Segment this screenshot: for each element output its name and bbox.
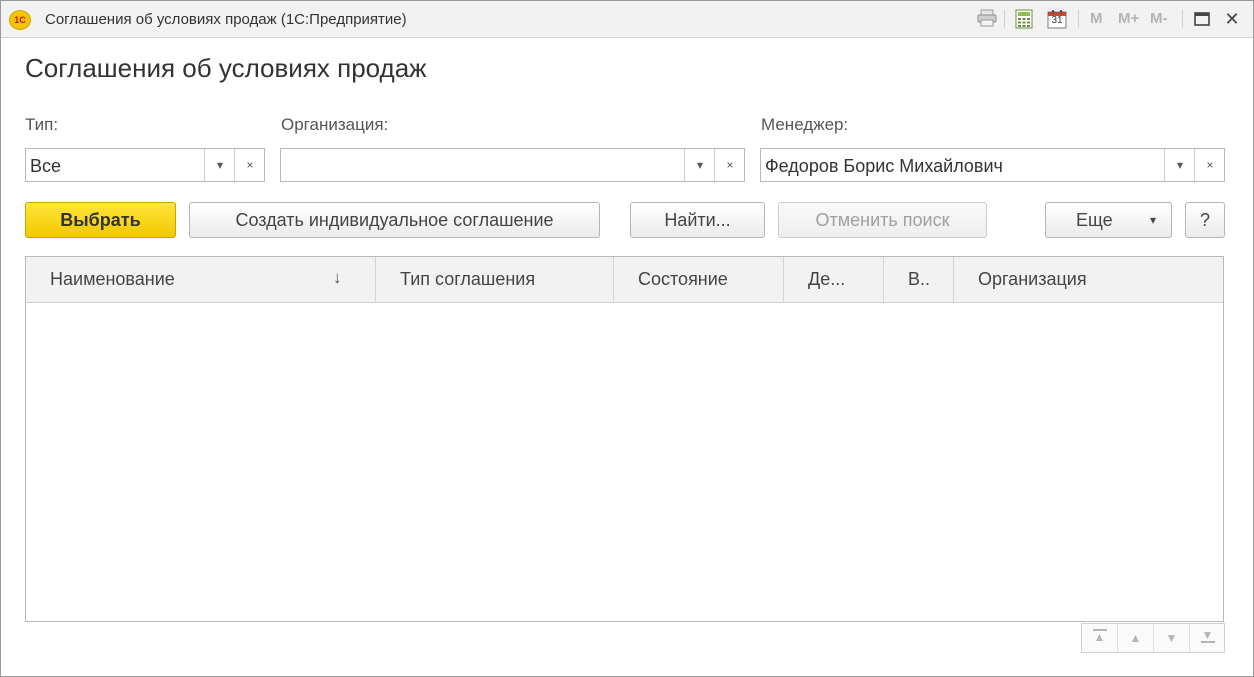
manager-filter-field[interactable]: Федоров Борис Михайлович ▾ × bbox=[760, 148, 1225, 182]
go-to-last-button[interactable]: ▼ bbox=[1190, 624, 1225, 652]
page-title: Соглашения об условиях продаж bbox=[25, 53, 427, 83]
title-bar: 1С Соглашения об условиях продаж (1С:Пре… bbox=[1, 1, 1253, 38]
manager-filter-value: Федоров Борис Михайлович bbox=[765, 156, 1003, 176]
sort-descending-icon[interactable]: ↓ bbox=[333, 257, 342, 299]
cancel-search-button[interactable]: Отменить поиск bbox=[778, 202, 987, 238]
column-divider[interactable] bbox=[375, 257, 376, 302]
column-header-organization[interactable]: Организация bbox=[978, 257, 1208, 302]
chevron-down-icon: ▾ bbox=[1150, 213, 1157, 227]
column-divider[interactable] bbox=[883, 257, 884, 302]
close-button[interactable]: ✕ bbox=[1221, 8, 1243, 30]
chevron-down-icon[interactable]: ▾ bbox=[684, 149, 715, 181]
last-icon: ▼ bbox=[1200, 628, 1215, 643]
toolbar-divider bbox=[1004, 10, 1005, 28]
chevron-down-icon[interactable]: ▾ bbox=[1164, 149, 1195, 181]
first-icon: ▲ bbox=[1092, 629, 1107, 644]
column-header-valid[interactable]: Де... bbox=[808, 257, 883, 302]
organization-filter-label: Организация: bbox=[281, 115, 389, 134]
type-filter-label: Тип: bbox=[25, 115, 59, 134]
chevron-down-icon[interactable]: ▾ bbox=[204, 149, 235, 181]
create-individual-agreement-button[interactable]: Создать индивидуальное соглашение bbox=[189, 202, 600, 238]
list-navigation: ▲ ▲ ▼ ▼ bbox=[1081, 623, 1225, 653]
go-to-first-button[interactable]: ▲ bbox=[1082, 624, 1118, 652]
clear-icon[interactable]: × bbox=[714, 149, 745, 181]
app-window: 1С Соглашения об условиях продаж (1С:Пре… bbox=[0, 0, 1254, 677]
find-button[interactable]: Найти... bbox=[630, 202, 765, 238]
calendar-day-label: 31 bbox=[1051, 15, 1063, 26]
printer-icon[interactable] bbox=[977, 9, 997, 29]
memory-button[interactable]: M bbox=[1090, 9, 1103, 29]
organization-filter-field[interactable]: ▾ × bbox=[280, 148, 745, 182]
chevron-down-icon: ▼ bbox=[1165, 631, 1178, 645]
column-header-agreement-type[interactable]: Тип соглашения bbox=[400, 257, 615, 302]
go-to-previous-button[interactable]: ▲ bbox=[1118, 624, 1154, 652]
column-divider[interactable] bbox=[783, 257, 784, 302]
app-logo-icon[interactable]: 1С bbox=[9, 10, 31, 30]
column-header-status[interactable]: Состояние bbox=[638, 257, 783, 302]
column-header-name[interactable]: Наименование bbox=[50, 257, 340, 302]
column-divider[interactable] bbox=[953, 257, 954, 302]
close-icon: ✕ bbox=[1224, 9, 1240, 29]
select-button[interactable]: Выбрать bbox=[25, 202, 176, 238]
manager-filter-label: Менеджер: bbox=[761, 115, 849, 134]
clear-icon[interactable]: × bbox=[234, 149, 265, 181]
memory-minus-button[interactable]: M- bbox=[1150, 9, 1168, 29]
clear-icon[interactable]: × bbox=[1194, 149, 1225, 181]
table-header: Наименование ↓ Тип соглашения Состояние … bbox=[26, 257, 1223, 303]
chevron-up-icon: ▲ bbox=[1129, 631, 1142, 645]
toolbar-divider bbox=[1078, 10, 1079, 28]
column-divider[interactable] bbox=[613, 257, 614, 302]
more-button-label: Еще bbox=[1076, 210, 1113, 230]
calendar-icon[interactable]: 31 bbox=[1047, 9, 1067, 29]
maximize-button[interactable] bbox=[1191, 8, 1213, 30]
window-title: Соглашения об условиях продаж (1С:Предпр… bbox=[45, 11, 407, 28]
memory-plus-button[interactable]: M+ bbox=[1118, 9, 1139, 29]
help-button[interactable]: ? bbox=[1185, 202, 1225, 238]
column-header-currency[interactable]: В.. bbox=[908, 257, 953, 302]
go-to-next-button[interactable]: ▼ bbox=[1154, 624, 1190, 652]
type-filter-field[interactable]: Все ▾ × bbox=[25, 148, 265, 182]
agreements-table[interactable]: Наименование ↓ Тип соглашения Состояние … bbox=[25, 256, 1224, 622]
type-filter-value: Все bbox=[30, 156, 62, 176]
calculator-icon[interactable] bbox=[1014, 9, 1034, 29]
table-body[interactable] bbox=[26, 303, 1223, 621]
toolbar-divider bbox=[1182, 10, 1183, 28]
more-button[interactable]: Еще ▾ bbox=[1045, 202, 1172, 238]
